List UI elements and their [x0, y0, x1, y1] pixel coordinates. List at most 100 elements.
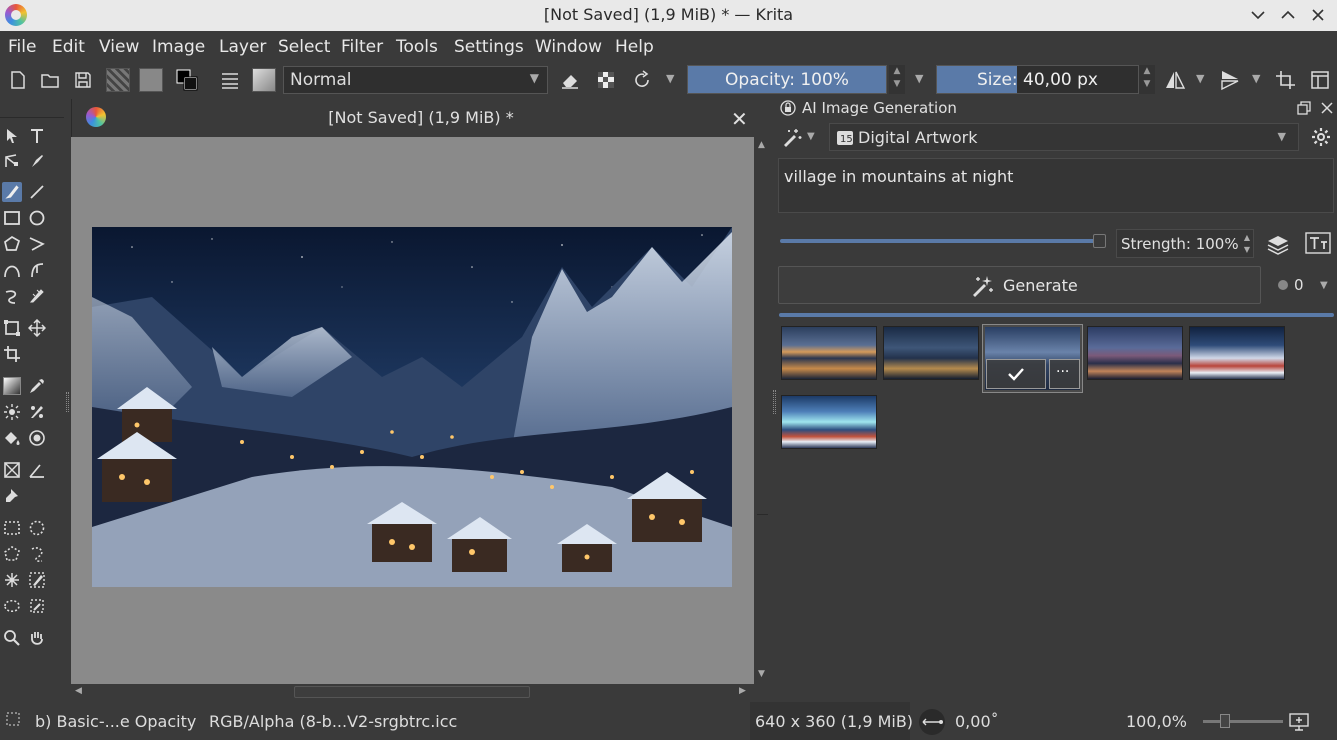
style-dropdown[interactable]: 15 Digital Artwork ▼ [829, 123, 1299, 151]
vertical-scroll-thumb[interactable] [757, 515, 768, 516]
result-more-options-button[interactable]: ··· [1049, 359, 1080, 389]
scroll-left-icon[interactable]: ◀ [75, 686, 82, 696]
polyline-tool-icon[interactable] [28, 235, 46, 253]
canvas-image[interactable] [92, 227, 732, 587]
image-dimensions[interactable]: 640 x 360 (1,9 MiB) [755, 712, 913, 731]
gradient-tool-icon[interactable] [3, 377, 21, 395]
menu-image[interactable]: Image [152, 37, 205, 57]
strength-spinbox[interactable]: Strength: 100% ▲ ▼ [1116, 229, 1254, 258]
menu-layer[interactable]: Layer [219, 37, 266, 57]
fill-tool-icon[interactable] [3, 429, 21, 447]
reload-preset-icon[interactable] [630, 68, 654, 92]
mirror-vertical-icon[interactable] [1218, 68, 1242, 92]
close-document-icon[interactable]: ✕ [731, 107, 748, 131]
generate-button[interactable]: Generate [778, 266, 1261, 304]
pattern-selector-icon[interactable] [139, 68, 163, 92]
magnetic-selection-tool-icon[interactable] [28, 597, 46, 615]
rotation-dial-icon[interactable] [917, 707, 947, 737]
menu-window[interactable]: Window [535, 37, 602, 57]
zoom-level[interactable]: 100,0% [1126, 712, 1187, 731]
fit-to-screen-icon[interactable] [1288, 712, 1310, 732]
pan-tool-icon[interactable] [28, 629, 46, 647]
workspace-chevron-icon[interactable]: ▼ [807, 131, 815, 142]
thumbnail-2[interactable] [883, 326, 979, 380]
menu-view[interactable]: View [99, 37, 139, 57]
mirror-v-chevron-icon[interactable]: ▼ [1252, 72, 1260, 85]
bezier-curve-tool-icon[interactable] [3, 261, 21, 279]
strength-slider-handle[interactable] [1093, 234, 1106, 248]
text-prompt-icon[interactable] [1305, 231, 1331, 255]
dynamic-brush-tool-icon[interactable] [3, 287, 21, 305]
color-picker-tool-icon[interactable] [28, 377, 46, 395]
menu-tools[interactable]: Tools [396, 37, 438, 57]
zoom-tool-icon[interactable] [3, 629, 21, 647]
opacity-spin-buttons[interactable]: ▲ ▼ [889, 65, 905, 94]
eraser-icon[interactable] [558, 68, 582, 92]
brush-preset-icon[interactable] [252, 68, 276, 92]
brush-settings-icon[interactable] [218, 68, 242, 92]
scroll-down-icon[interactable]: ▼ [758, 669, 765, 679]
select-shapes-tool-icon[interactable] [3, 127, 21, 145]
brush-size-slider[interactable]: Size: 40,00 px [936, 65, 1139, 94]
new-document-icon[interactable] [6, 68, 30, 92]
blend-mode-dropdown[interactable]: Normal ▼ [283, 66, 548, 94]
reload-options-chevron-icon[interactable]: ▼ [666, 72, 674, 85]
open-document-icon[interactable] [38, 68, 62, 92]
horizontal-scroll-thumb[interactable] [294, 686, 530, 698]
opacity-slider[interactable]: Opacity: 100% [687, 65, 887, 94]
thumbnail-5[interactable] [1189, 326, 1285, 380]
apply-result-button[interactable] [986, 359, 1046, 389]
strength-slider-track[interactable] [780, 239, 1100, 243]
text-tool-icon[interactable] [28, 127, 46, 145]
menu-filter[interactable]: Filter [341, 37, 383, 57]
queue-chevron-icon[interactable]: ▼ [1320, 280, 1328, 291]
strength-spin-arrows-icon[interactable]: ▲ ▼ [1244, 232, 1250, 256]
rectangle-tool-icon[interactable] [3, 209, 21, 227]
thumbnail-6[interactable] [781, 395, 877, 449]
size-spin-buttons[interactable]: ▲ ▼ [1139, 65, 1155, 94]
thumbnail-1[interactable] [781, 326, 877, 380]
menu-file[interactable]: File [8, 37, 36, 57]
freehand-path-tool-icon[interactable] [28, 261, 46, 279]
smart-patch-tool-icon[interactable] [3, 403, 21, 421]
menu-edit[interactable]: Edit [52, 37, 85, 57]
thumbnail-4[interactable] [1087, 326, 1183, 380]
crop-tool-icon[interactable] [3, 345, 21, 363]
prompt-input[interactable]: village in mountains at night [778, 158, 1334, 213]
thumbnail-3-selected[interactable]: ··· [982, 324, 1083, 393]
reference-images-tool-icon[interactable] [3, 461, 21, 479]
contiguous-selection-tool-icon[interactable] [3, 571, 21, 589]
freehand-selection-tool-icon[interactable] [28, 545, 46, 563]
minimize-button[interactable] [1247, 4, 1269, 26]
gradient-selector-icon[interactable] [106, 68, 130, 92]
similar-color-selection-tool-icon[interactable] [28, 571, 46, 589]
save-icon[interactable] [71, 68, 95, 92]
layer-stack-icon[interactable] [1266, 232, 1290, 256]
edit-shapes-tool-icon[interactable] [3, 152, 21, 170]
assistant-tool-icon[interactable] [28, 403, 46, 421]
docker-lock-icon[interactable] [780, 100, 796, 116]
enclose-fill-tool-icon[interactable] [28, 429, 46, 447]
docker-splitter-handle[interactable] [773, 390, 776, 414]
alpha-lock-icon[interactable] [594, 68, 618, 92]
move-tool-icon[interactable] [28, 319, 46, 337]
ellipse-tool-icon[interactable] [28, 209, 46, 227]
polygon-tool-icon[interactable] [3, 235, 21, 253]
calligraphy-tool-icon[interactable] [28, 152, 46, 170]
zoom-slider-handle[interactable] [1220, 714, 1230, 728]
pan-pin-tool-icon[interactable] [3, 487, 21, 505]
rotation-angle[interactable]: 0,00˚ [955, 712, 999, 731]
color-swatch-icon[interactable] [175, 68, 199, 92]
horizontal-scrollbar[interactable]: ◀ ▶ [71, 684, 754, 700]
brush-preset-name[interactable]: b) Basic-...e Opacity [35, 712, 196, 731]
selection-mode-icon[interactable] [6, 712, 20, 726]
menu-help[interactable]: Help [615, 37, 654, 57]
rectangular-selection-tool-icon[interactable] [3, 519, 21, 537]
maximize-button[interactable] [1277, 4, 1299, 26]
mirror-h-chevron-icon[interactable]: ▼ [1196, 72, 1204, 85]
settings-gear-icon[interactable] [1310, 126, 1332, 148]
scroll-right-icon[interactable]: ▶ [739, 686, 746, 696]
menu-settings[interactable]: Settings [454, 37, 524, 57]
opacity-options-chevron-icon[interactable]: ▼ [915, 72, 923, 85]
elliptical-selection-tool-icon[interactable] [28, 519, 46, 537]
